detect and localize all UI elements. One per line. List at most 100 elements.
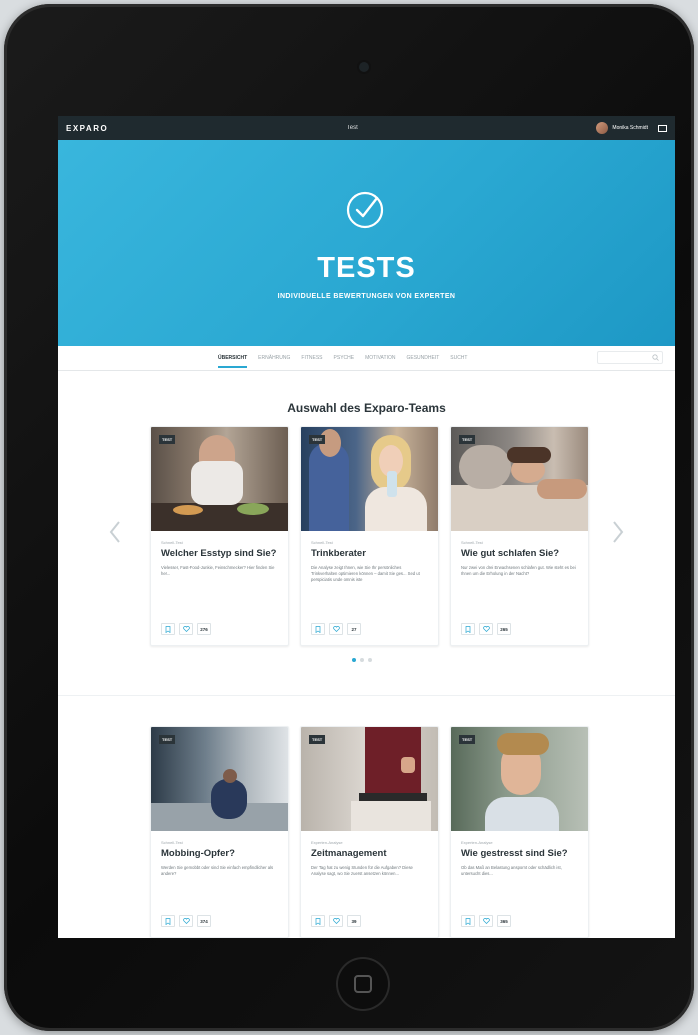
search-input[interactable] <box>597 351 663 364</box>
bookmark-icon <box>315 917 321 925</box>
card-description: Der Tag hat zu wenig Stunden für die Auf… <box>311 864 413 877</box>
card-category: Experten-Analyse <box>461 840 493 845</box>
card-trinkberater[interactable]: TEST Schnell-Test Trinkberater Die Analy… <box>300 426 439 646</box>
bookmark-icon <box>315 625 321 633</box>
card-actions: 265 <box>461 623 511 635</box>
like-button[interactable] <box>329 915 343 927</box>
heart-icon <box>182 918 190 924</box>
hero-banner: TESTS INDIVIDUELLE BEWERTUNGEN VON EXPER… <box>58 140 675 346</box>
tab-psyche[interactable]: PSYCHE <box>334 346 355 370</box>
card-description: Ob das Maß an Belastung anspornt oder sc… <box>461 864 562 877</box>
like-count: 276 <box>197 623 211 635</box>
exparo-logo[interactable]: EXPARO <box>66 124 108 133</box>
card-description: Werden Sie gemobbt oder sind Sie einfach… <box>161 864 274 877</box>
bookmark-button[interactable] <box>311 623 325 635</box>
card-category: Schnell-Test <box>161 840 183 845</box>
bookmark-icon <box>165 917 171 925</box>
card-image: TEST <box>451 427 588 531</box>
card-esstyp[interactable]: TEST Schnell-Test Welcher Esstyp sind Si… <box>150 426 289 646</box>
card-actions: 365 <box>461 915 511 927</box>
like-count: 27 <box>347 623 361 635</box>
card-title[interactable]: Wie gut schlafen Sie? <box>461 548 578 560</box>
like-count: 365 <box>497 915 511 927</box>
card-category: Experten-Analyse <box>311 840 343 845</box>
tab-sucht[interactable]: SUCHT <box>450 346 467 370</box>
page-subtitle: INDIVIDUELLE BEWERTUNGEN VON EXPERTEN <box>277 293 456 300</box>
like-count: 374 <box>197 915 211 927</box>
heart-icon <box>482 626 490 632</box>
front-camera <box>359 62 369 72</box>
checkmark-circle-icon <box>346 191 384 229</box>
home-button[interactable] <box>336 957 390 1011</box>
heart-icon <box>332 918 340 924</box>
bookmark-icon <box>465 917 471 925</box>
test-badge: TEST <box>159 435 176 444</box>
bookmark-button[interactable] <box>461 915 475 927</box>
card-title[interactable]: Welcher Esstyp sind Sie? <box>161 548 278 560</box>
like-count: 39 <box>347 915 361 927</box>
card-mobbing[interactable]: TEST Schnell-Test Mobbing-Opfer? Werden … <box>150 726 289 938</box>
like-button[interactable] <box>479 915 493 927</box>
heart-icon <box>182 626 190 632</box>
card-description: Vielesser, Fast-Food-Junkie, Feinschmeck… <box>161 564 275 577</box>
card-image: TEST <box>151 727 288 831</box>
bookmark-button[interactable] <box>161 915 175 927</box>
card-image: TEST <box>301 427 438 531</box>
carousel-dot[interactable] <box>368 658 372 662</box>
like-count: 265 <box>497 623 511 635</box>
tab-uebersicht[interactable]: ÜBERSICHT <box>218 346 248 370</box>
like-button[interactable] <box>179 623 193 635</box>
like-button[interactable] <box>479 623 493 635</box>
card-image: TEST <box>451 727 588 831</box>
test-badge: TEST <box>459 435 476 444</box>
heart-icon <box>482 918 490 924</box>
card-title[interactable]: Mobbing-Opfer? <box>161 848 278 860</box>
carousel-next-arrow[interactable] <box>611 518 625 546</box>
card-actions: 276 <box>161 623 211 635</box>
card-actions: 39 <box>311 915 361 927</box>
featured-cards: TEST Schnell-Test Welcher Esstyp sind Si… <box>150 426 589 646</box>
test-badge: TEST <box>309 435 326 444</box>
bookmark-icon <box>165 625 171 633</box>
tab-ernaehrung[interactable]: ERNÄHRUNG <box>258 346 290 370</box>
section-divider <box>58 695 675 696</box>
page-title: TESTS <box>317 252 416 284</box>
user-menu[interactable]: Monika Schmidt <box>596 122 667 134</box>
category-nav: ÜBERSICHT ERNÄHRUNG FITNESS PSYCHE MOTIV… <box>58 346 675 371</box>
user-name[interactable]: Monika Schmidt <box>612 125 648 131</box>
carousel-dot[interactable] <box>360 658 364 662</box>
carousel-prev-arrow[interactable] <box>108 518 122 546</box>
tab-fitness[interactable]: FITNESS <box>301 346 322 370</box>
card-category: Schnell-Test <box>311 540 333 545</box>
bookmark-icon <box>465 625 471 633</box>
card-image: TEST <box>301 727 438 831</box>
top-bar: EXPARO Test Monika Schmidt <box>58 116 675 140</box>
card-zeitmanagement[interactable]: TEST Experten-Analyse Zeitmanagement Der… <box>300 726 439 938</box>
carousel-dots <box>352 658 372 662</box>
search-icon <box>652 354 659 361</box>
mail-icon[interactable] <box>657 124 667 132</box>
card-category: Schnell-Test <box>161 540 183 545</box>
card-title[interactable]: Wie gestresst sind Sie? <box>461 848 578 860</box>
card-title[interactable]: Zeitmanagement <box>311 848 428 860</box>
bookmark-button[interactable] <box>161 623 175 635</box>
avatar[interactable] <box>596 122 609 134</box>
tablet-frame: EXPARO Test Monika Schmidt TESTS INDIVID… <box>4 4 694 1031</box>
card-stress[interactable]: TEST Experten-Analyse Wie gestresst sind… <box>450 726 589 938</box>
like-button[interactable] <box>329 623 343 635</box>
card-schlafen[interactable]: TEST Schnell-Test Wie gut schlafen Sie? … <box>450 426 589 646</box>
tab-gesundheit[interactable]: GESUNDHEIT <box>406 346 439 370</box>
card-description: Nur zwei von drei Erwachsenen schlafen g… <box>461 564 576 577</box>
card-actions: 27 <box>311 623 361 635</box>
card-category: Schnell-Test <box>461 540 483 545</box>
bookmark-button[interactable] <box>461 623 475 635</box>
bookmark-button[interactable] <box>311 915 325 927</box>
tablet-screen: EXPARO Test Monika Schmidt TESTS INDIVID… <box>58 116 675 938</box>
card-title[interactable]: Trinkberater <box>311 548 428 560</box>
section-title: Auswahl des Exparo-Teams <box>287 401 446 415</box>
like-button[interactable] <box>179 915 193 927</box>
card-description: Die Analyse zeigt Ihnen, wie Sie Ihr per… <box>311 564 420 583</box>
carousel-dot[interactable] <box>352 658 356 662</box>
test-badge: TEST <box>459 735 476 744</box>
tab-motivation[interactable]: MOTIVATION <box>365 346 395 370</box>
